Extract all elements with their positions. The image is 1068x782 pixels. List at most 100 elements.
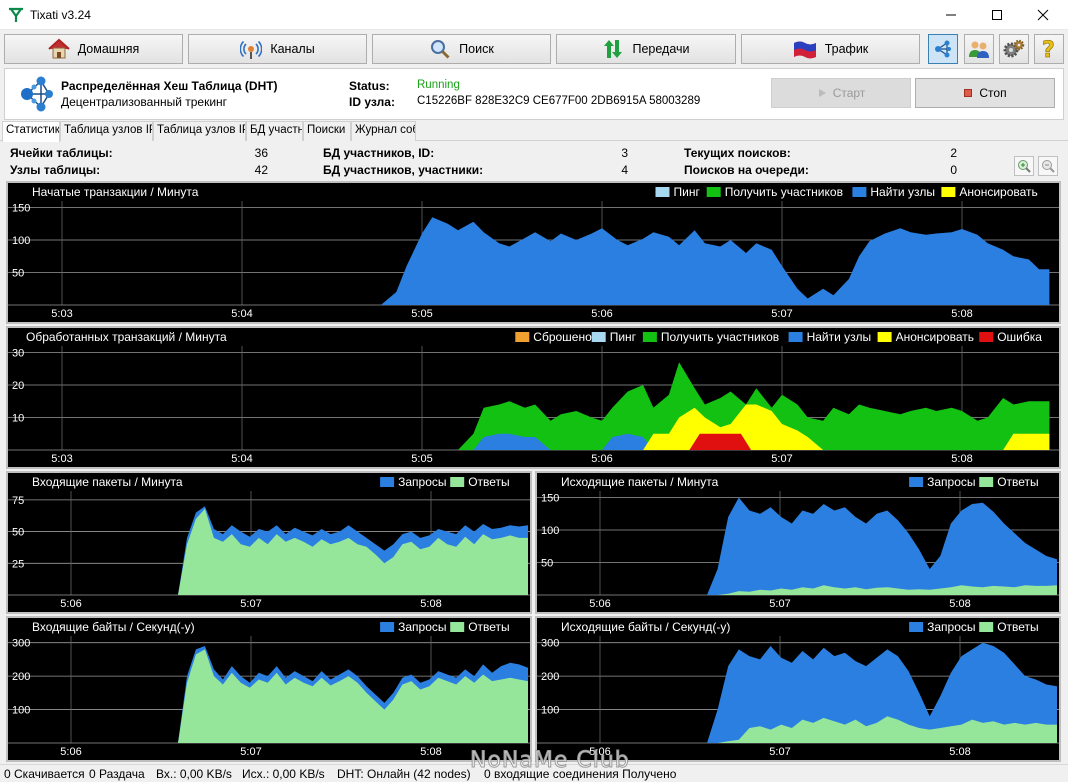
legend-swatch (706, 187, 721, 197)
chart-panel-incoming-bytes: Входящие байты / Секунд(-у) Ответы Запросы… (6, 616, 532, 762)
outgoing-packets-chart: Исходящие пакеты / Минута Ответы Запросы 15… (537, 473, 1059, 610)
nodes-value: 42 (254, 163, 268, 177)
nav-search-button[interactable]: Поиск (372, 34, 551, 64)
chart-title: Исходящие байты / Секунд(-у) (561, 620, 730, 634)
dht-network-icon (21, 76, 53, 112)
legend-label: Ответы (468, 475, 509, 489)
dht-title: Распределённая Хеш Таблица (DHT) (61, 79, 278, 93)
searches-label: Текущих поисков: (684, 146, 791, 160)
started-transactions-chart: Начатые транзакции / Минута Анонсировать Н… (8, 183, 1059, 320)
traffic-icon (793, 41, 816, 59)
tixati-logo-icon (9, 7, 23, 22)
users-button[interactable] (964, 34, 994, 64)
nav-channels-button[interactable]: Каналы (188, 34, 367, 64)
y-tick-label: 25 (12, 558, 24, 570)
legend-label: Запросы (398, 475, 446, 489)
y-tick-label: 200 (12, 671, 30, 683)
x-tick-label: 5:08 (951, 308, 972, 320)
y-tick-label: 50 (12, 268, 24, 280)
tab-searches[interactable]: Поиски (303, 121, 351, 141)
x-tick-label: 5:05 (411, 453, 432, 465)
zoom-in-icon (1018, 160, 1031, 173)
chart-title: Обработанных транзакций / Минута (26, 330, 227, 344)
tab-bar: Статистика Таблица узлов IPv4 Таблица уз… (0, 121, 1068, 142)
x-tick-label: 5:03 (51, 308, 72, 320)
status-seeding: 0 Раздача (89, 767, 145, 781)
dht-button[interactable] (928, 34, 958, 64)
x-tick-label: 5:06 (591, 453, 612, 465)
window-title: Tixati v3.24 (30, 8, 91, 22)
y-tick-label: 150 (541, 493, 559, 505)
tab-event-log[interactable]: Журнал событий (351, 121, 416, 141)
minimize-button[interactable] (928, 0, 974, 30)
chart-title: Начатые транзакции / Минута (32, 185, 199, 199)
y-tick-label: 100 (541, 525, 559, 537)
legend-label: Запросы (927, 620, 975, 634)
chart-panel-started: Начатые транзакции / Минута Анонсировать Н… (6, 181, 1061, 324)
chart-panel-outgoing-bytes: Исходящие байты / Секунд(-у) Ответы Запрос… (535, 616, 1061, 762)
y-tick-label: 300 (12, 638, 30, 650)
close-button[interactable] (1020, 0, 1066, 30)
maximize-button[interactable] (974, 0, 1020, 30)
status-value: Running (417, 79, 460, 91)
zoom-in-button[interactable] (1014, 156, 1034, 176)
peers-id-label: БД участников, ID: (323, 146, 435, 160)
settings-button[interactable] (999, 34, 1029, 64)
play-icon (818, 89, 826, 97)
zoom-out-icon (1042, 160, 1055, 173)
x-tick-label: 5:07 (240, 598, 261, 610)
start-button[interactable]: Старт (771, 78, 911, 108)
tab-statistics[interactable]: Статистика (2, 121, 60, 142)
nav-transfers-button[interactable]: Передачи (556, 34, 736, 64)
legend-swatch (591, 332, 606, 342)
x-tick-label: 5:03 (51, 453, 72, 465)
status-out-rate: Исх.: 0,00 KB/s (242, 767, 325, 781)
nav-traffic-button[interactable]: Трафик (741, 34, 920, 64)
legend-swatch (979, 622, 994, 632)
help-button[interactable]: ? (1034, 34, 1064, 64)
stats-panel: Ячейки таблицы: 36 Узлы таблицы: 42 БД у… (0, 142, 1068, 182)
processed-transactions-chart: Обработанных транзакций / Минута Ошибка Ан… (8, 328, 1059, 465)
stop-label: Стоп (979, 86, 1007, 100)
nodes-label: Узлы таблицы: (10, 163, 101, 177)
legend-label: Анонсировать (896, 330, 974, 344)
tab-peers-db[interactable]: БД участников (246, 121, 303, 141)
series-area-series (380, 217, 1050, 305)
legend-swatch (642, 332, 657, 342)
node-id-value: C15226BF 828E32C9 CE677F00 2DB6915A 5800… (417, 95, 701, 107)
start-label: Старт (832, 86, 866, 100)
peers-value: 4 (621, 163, 628, 177)
zoom-out-button[interactable] (1038, 156, 1058, 176)
status-label: Status: (349, 79, 390, 93)
outgoing-bytes-chart: Исходящие байты / Секунд(-у) Ответы Запрос… (537, 618, 1059, 758)
chart-title: Входящие байты / Секунд(-у) (32, 620, 195, 634)
help-icon: ? (1042, 38, 1056, 60)
stop-icon (964, 89, 973, 97)
home-icon (48, 38, 70, 59)
channels-icon (240, 40, 263, 59)
y-tick-label: 300 (541, 638, 559, 650)
svg-text:?: ? (1042, 38, 1055, 60)
dht-icon (935, 40, 951, 58)
x-tick-label: 5:07 (769, 598, 790, 610)
tab-node-table-ipv4[interactable]: Таблица узлов IPv4 (60, 121, 153, 141)
nav-home-button[interactable]: Домашняя (4, 34, 183, 64)
status-in-rate: Вх.: 0,00 KB/s (156, 767, 232, 781)
chart-panel-processed: Обработанных транзакций / Минута Ошибка Ан… (6, 326, 1061, 469)
tab-node-table-ipv6[interactable]: Таблица узлов IPv6 (153, 121, 246, 141)
chart-panel-outgoing-packets: Исходящие пакеты / Минута Ответы Запросы 15… (535, 471, 1061, 614)
peers-label: БД участников, участники: (323, 163, 484, 177)
x-tick-label: 5:06 (60, 746, 81, 758)
incoming-packets-chart: Входящие пакеты / Минута Ответы Запросы 75 5… (8, 473, 530, 610)
x-tick-label: 5:06 (60, 598, 81, 610)
status-dht: DHT: Онлайн (42 nodes) (337, 767, 471, 781)
series-area-requests (707, 497, 1057, 595)
x-tick-label: 5:08 (420, 746, 441, 758)
stop-button[interactable]: Стоп (915, 78, 1055, 108)
legend-swatch (380, 477, 395, 487)
nav-home-label: Домашняя (77, 42, 140, 56)
y-tick-label: 30 (12, 348, 24, 360)
legend-swatch (515, 332, 530, 342)
title-bar: Tixati v3.24 (0, 0, 1068, 30)
legend-swatch (450, 622, 465, 632)
